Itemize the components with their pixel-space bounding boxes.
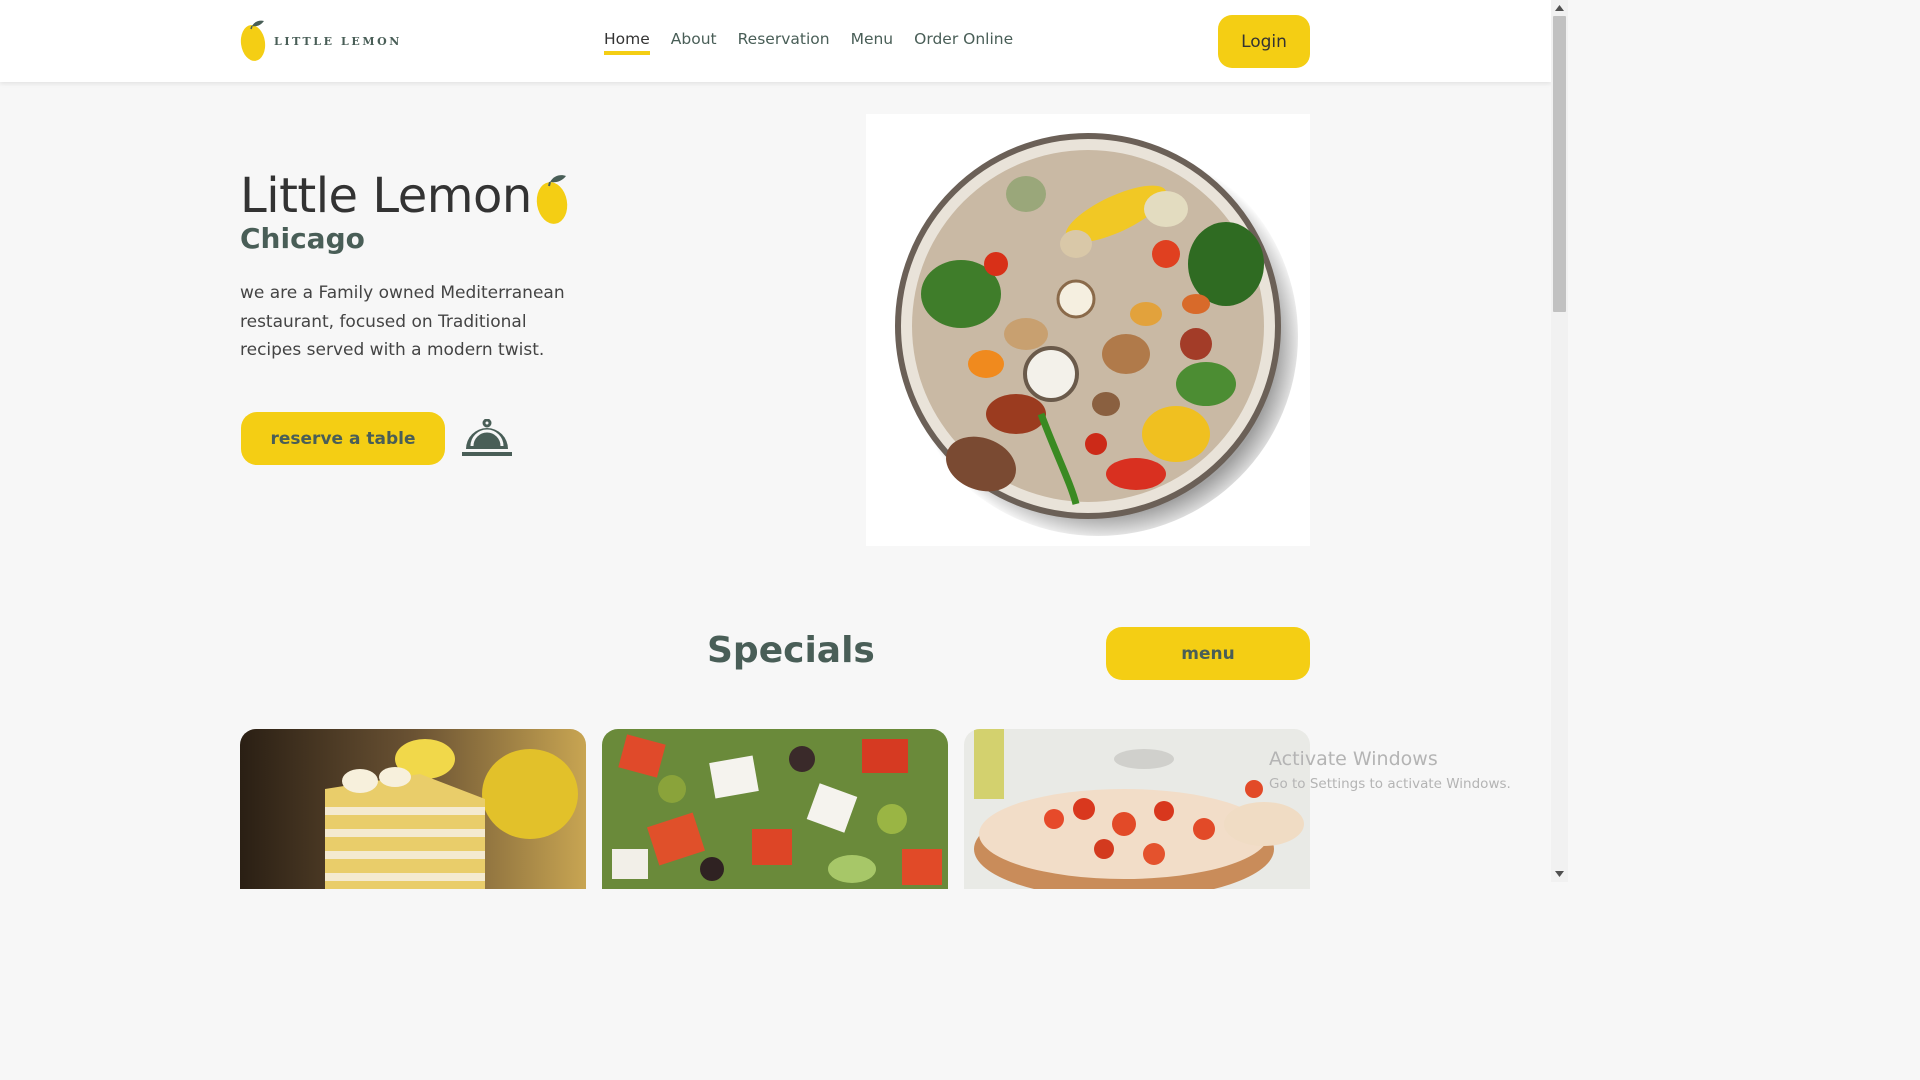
hero-food-image xyxy=(866,114,1310,546)
hero-subtitle: Chicago xyxy=(240,222,365,255)
hero-title: Little Lemon xyxy=(240,168,532,224)
logo-text: LITTLE LEMON xyxy=(274,34,402,48)
activate-windows-watermark: Activate Windows Go to Settings to activ… xyxy=(1269,748,1511,792)
nav-menu[interactable]: Menu xyxy=(851,30,894,55)
reserve-table-button[interactable]: reserve a table xyxy=(241,412,445,465)
logo[interactable]: LITTLE LEMON xyxy=(240,18,402,64)
nav-about[interactable]: About xyxy=(671,30,717,55)
special-card-greek-salad[interactable] xyxy=(602,729,948,889)
vertical-scrollbar[interactable] xyxy=(1551,0,1568,882)
nav-reservation[interactable]: Reservation xyxy=(738,30,830,55)
scroll-up-arrow-icon[interactable] xyxy=(1551,0,1568,16)
cloche-icon xyxy=(462,419,512,456)
special-card-bruschetta[interactable] xyxy=(964,729,1310,889)
scroll-down-arrow-icon[interactable] xyxy=(1551,866,1568,882)
hero-description: we are a Family owned Mediterranean rest… xyxy=(240,283,565,360)
lemon-icon xyxy=(240,20,266,61)
watermark-title: Activate Windows xyxy=(1269,748,1438,770)
scrollbar-thumb[interactable] xyxy=(1553,16,1566,312)
menu-button[interactable]: menu xyxy=(1106,627,1310,680)
login-button[interactable]: Login xyxy=(1218,15,1310,68)
site-header: LITTLE LEMON Home About Reservation Menu… xyxy=(0,0,1551,82)
nav-order-online[interactable]: Order Online xyxy=(914,30,1013,55)
watermark-subtitle: Go to Settings to activate Windows. xyxy=(1269,776,1511,792)
nav-home[interactable]: Home xyxy=(604,30,650,55)
main-nav: Home About Reservation Menu Order Online xyxy=(604,30,1013,55)
specials-title: Specials xyxy=(707,630,875,671)
lemon-icon xyxy=(536,175,568,224)
special-card-lemon-cake[interactable] xyxy=(240,729,586,889)
